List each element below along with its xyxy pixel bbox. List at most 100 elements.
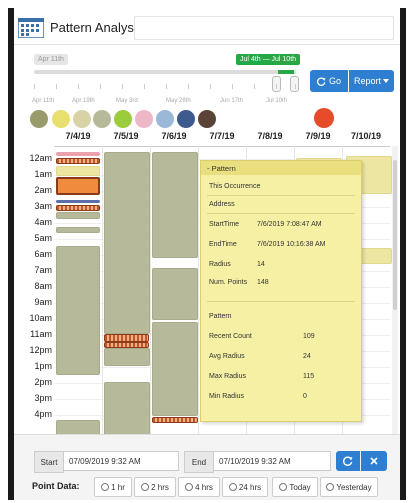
avg-radius-value: 24 (303, 353, 311, 360)
tick-label: May 3rd (116, 98, 138, 104)
report-button-label: Report (353, 76, 381, 86)
popup-title: - Pattern (207, 164, 236, 173)
calendar-event[interactable] (104, 382, 150, 434)
date-header: 7/6/19 (161, 131, 187, 141)
calendar-event[interactable] (104, 334, 149, 342)
start-time-label: StartTime (209, 221, 240, 228)
option-24hrs[interactable]: 24 hrs (222, 477, 268, 497)
calendar-event[interactable] (56, 200, 100, 203)
avg-radius-label: Avg Radius (209, 353, 245, 360)
radio-icon (141, 483, 150, 491)
end-time-label: EndTime (209, 241, 237, 248)
calendar-event[interactable] (56, 177, 100, 195)
window-frame-right (400, 8, 406, 500)
go-button[interactable]: Go (310, 70, 348, 92)
date-header: 7/8/19 (257, 131, 283, 141)
option-today[interactable]: Today (272, 477, 318, 497)
option-label: 2 hrs (151, 482, 169, 492)
hour-label: 10am (29, 313, 52, 323)
tick-label: Jul 10th (266, 98, 288, 104)
legend-circle[interactable] (114, 110, 132, 128)
calendar-event[interactable] (152, 417, 198, 423)
hour-label: 1pm (34, 361, 52, 371)
end-datetime-input[interactable]: 07/10/2019 9:32 AM (213, 451, 331, 471)
num-points-label: Num. Points (209, 279, 248, 286)
date-header: 7/4/19 (65, 131, 91, 141)
option-2hrs[interactable]: 2 hrs (134, 477, 176, 497)
calendar-event[interactable] (56, 420, 100, 434)
radio-icon (185, 483, 194, 491)
calendar-scroll-thumb[interactable] (393, 160, 397, 310)
calendar-event[interactable] (56, 227, 100, 233)
start-label: Start (34, 451, 64, 473)
calendar-event[interactable] (56, 152, 100, 156)
recent-count-label: Recent Count (209, 333, 252, 340)
date-header: 7/5/19 (113, 131, 139, 141)
legend-circle[interactable] (30, 110, 48, 128)
calendar-event[interactable] (152, 268, 198, 320)
column-divider (198, 146, 199, 434)
option-4hrs[interactable]: 4 hrs (178, 477, 220, 497)
calendar-event[interactable] (56, 158, 100, 164)
refresh-icon (316, 77, 326, 86)
date-header-row: 7/4/19 7/5/19 7/6/19 7/7/19 7/8/19 7/9/1… (54, 130, 390, 147)
app-title: Pattern Analysis (50, 20, 144, 35)
calendar-event[interactable] (104, 152, 150, 334)
hour-label: 3pm (34, 393, 52, 403)
legend-circle[interactable] (93, 110, 111, 128)
legend-circle[interactable] (73, 110, 91, 128)
legend-circle[interactable] (135, 110, 153, 128)
title-search-field[interactable] (134, 16, 394, 40)
hour-label: 4am (34, 217, 52, 227)
calendar-event[interactable] (56, 205, 100, 211)
tick-label: Apr 19th (72, 98, 95, 104)
legend-circle[interactable] (52, 110, 70, 128)
close-icon (370, 457, 378, 465)
min-radius-value: 0 (303, 393, 307, 400)
tick-label: Jun 17th (220, 98, 244, 104)
legend-circle[interactable] (198, 110, 216, 128)
legend-circle[interactable] (177, 110, 195, 128)
option-1hr[interactable]: 1 hr (94, 477, 132, 497)
max-radius-label: Max Radius (209, 373, 246, 380)
hour-label: 12pm (29, 345, 52, 355)
option-label: Today (289, 482, 311, 492)
refresh-button[interactable] (336, 451, 360, 471)
slider-ticks (34, 84, 296, 90)
radio-icon (279, 483, 288, 491)
slider-selection-fill (278, 70, 294, 74)
start-datetime-input[interactable]: 07/09/2019 9:32 AM (63, 451, 179, 471)
hour-label: 12am (29, 153, 52, 163)
popup-header[interactable]: - Pattern (201, 161, 361, 175)
calendar-event[interactable] (104, 348, 150, 366)
date-header: 7/7/19 (209, 131, 235, 141)
title-bar: Pattern Analysis (14, 8, 400, 45)
address-label: Address (209, 201, 235, 208)
legend-circle[interactable] (156, 110, 174, 128)
calendar-event[interactable] (152, 152, 198, 258)
hour-label: 11am (30, 329, 52, 339)
report-dropdown-button[interactable]: Report (349, 70, 394, 92)
calendar-event[interactable] (56, 166, 100, 176)
column-divider (102, 146, 103, 434)
date-header: 7/9/19 (305, 131, 331, 141)
hour-label: 8am (34, 281, 52, 291)
option-label: 1 hr (111, 482, 125, 492)
end-time-value: 7/6/2019 10:16:38 AM (257, 241, 326, 248)
hour-label: 7am (34, 265, 52, 275)
num-points-value: 148 (257, 279, 269, 286)
clear-button[interactable] (361, 451, 387, 471)
tick-label: Apr 11th (32, 98, 55, 104)
calendar-event[interactable] (56, 246, 100, 375)
calendar-event[interactable] (152, 322, 198, 416)
hour-label: 2am (34, 185, 52, 195)
radio-icon (101, 483, 110, 491)
option-label: Yesterday (336, 482, 372, 492)
legend-circle[interactable] (314, 108, 334, 128)
popup-section-pattern: Pattern (209, 313, 232, 320)
slider-track[interactable] (34, 70, 296, 74)
go-button-label: Go (328, 76, 341, 86)
calendar-event[interactable] (56, 212, 100, 219)
hour-label: 4pm (34, 409, 52, 419)
option-yesterday[interactable]: Yesterday (320, 477, 378, 497)
